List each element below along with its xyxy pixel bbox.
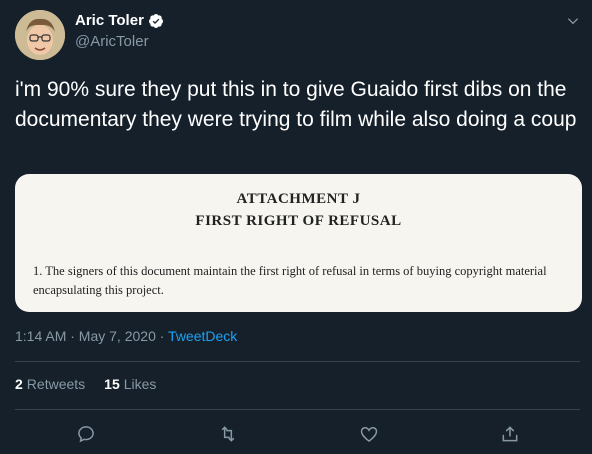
document-image: ATTACHMENT J FIRST RIGHT OF REFUSAL 1. T… — [15, 174, 582, 312]
document-body: 1. The signers of this document maintain… — [33, 264, 547, 297]
tweet-text: i'm 90% sure they put this in to give Gu… — [15, 78, 577, 131]
tweet-media[interactable]: ATTACHMENT J FIRST RIGHT OF REFUSAL 1. T… — [15, 174, 582, 312]
share-icon[interactable] — [500, 424, 520, 444]
retweets-label: Retweets — [26, 376, 86, 392]
document-heading: ATTACHMENT J — [236, 191, 361, 207]
retweet-icon[interactable] — [218, 424, 238, 444]
retweets-stat[interactable]: 2 Retweets — [15, 376, 85, 392]
tweet-stats: 2 Retweets 15 Likes — [15, 376, 175, 392]
action-bar — [0, 424, 592, 448]
divider — [15, 361, 580, 362]
author-name-row[interactable]: Aric Toler — [75, 12, 164, 29]
chevron-down-icon[interactable] — [566, 14, 580, 28]
author-handle[interactable]: @AricToler — [75, 33, 149, 50]
avatar-image — [15, 10, 65, 60]
heart-icon[interactable] — [359, 424, 379, 444]
likes-stat[interactable]: 15 Likes — [104, 376, 156, 392]
reply-icon[interactable] — [76, 424, 96, 444]
divider — [15, 409, 580, 410]
document-subheading: FIRST RIGHT OF REFUSAL — [195, 213, 402, 229]
source-link[interactable]: TweetDeck — [168, 328, 237, 344]
author-name[interactable]: Aric Toler — [75, 12, 144, 29]
likes-count: 15 — [104, 376, 120, 392]
timestamp[interactable]: 1:14 AM · May 7, 2020 · — [15, 328, 168, 344]
verified-badge-icon — [148, 13, 163, 28]
tweet-meta: 1:14 AM · May 7, 2020 · TweetDeck — [15, 328, 237, 344]
avatar[interactable] — [15, 10, 65, 60]
likes-label: Likes — [123, 376, 157, 392]
retweets-count: 2 — [15, 376, 23, 392]
